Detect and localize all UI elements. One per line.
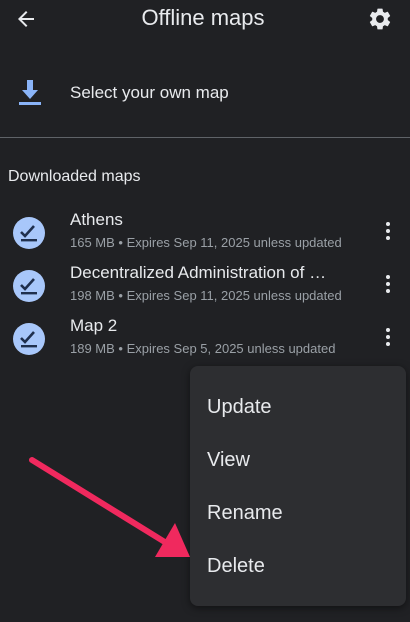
download-done-icon <box>13 270 45 302</box>
section-title-downloaded-maps: Downloaded maps <box>8 168 141 185</box>
menu-item-label: Update <box>207 396 272 418</box>
menu-item-delete[interactable]: Delete <box>190 539 406 592</box>
downloaded-map-item[interactable]: Athens 165 MB • Expires Sep 11, 2025 unl… <box>0 209 410 259</box>
top-app-bar: Offline maps <box>0 0 410 38</box>
map-name: Map 2 <box>70 316 118 335</box>
gear-icon <box>369 8 391 30</box>
menu-item-label: Delete <box>207 555 265 577</box>
more-options-button[interactable] <box>376 272 400 296</box>
menu-item-view[interactable]: View <box>190 433 406 486</box>
map-details: 189 MB • Expires Sep 5, 2025 unless upda… <box>70 341 336 356</box>
menu-item-label: View <box>207 449 250 471</box>
menu-item-rename[interactable]: Rename <box>190 486 406 539</box>
select-your-own-map-label: Select your own map <box>70 83 229 102</box>
settings-button[interactable] <box>366 5 394 33</box>
downloaded-map-item[interactable]: Decentralized Administration of … 198 MB… <box>0 262 410 312</box>
menu-item-label: Rename <box>207 502 283 524</box>
downloaded-map-item[interactable]: Map 2 189 MB • Expires Sep 5, 2025 unles… <box>0 315 410 365</box>
map-name: Decentralized Administration of … <box>70 263 327 282</box>
map-name: Athens <box>70 210 123 229</box>
page-title: Offline maps <box>141 5 265 30</box>
divider <box>0 137 410 138</box>
more-options-button[interactable] <box>376 219 400 243</box>
download-icon <box>19 80 41 105</box>
download-done-icon <box>13 323 45 355</box>
more-options-button[interactable] <box>376 325 400 349</box>
download-done-icon <box>13 217 45 249</box>
select-your-own-map-row[interactable]: Select your own map <box>0 68 410 118</box>
more-vert-icon <box>386 328 390 346</box>
map-details: 165 MB • Expires Sep 11, 2025 unless upd… <box>70 235 342 250</box>
map-details: 198 MB • Expires Sep 11, 2025 unless upd… <box>70 288 342 303</box>
menu-item-update[interactable]: Update <box>190 380 406 433</box>
overflow-menu: Update View Rename Delete <box>190 366 406 606</box>
more-vert-icon <box>386 275 390 293</box>
more-vert-icon <box>386 222 390 240</box>
